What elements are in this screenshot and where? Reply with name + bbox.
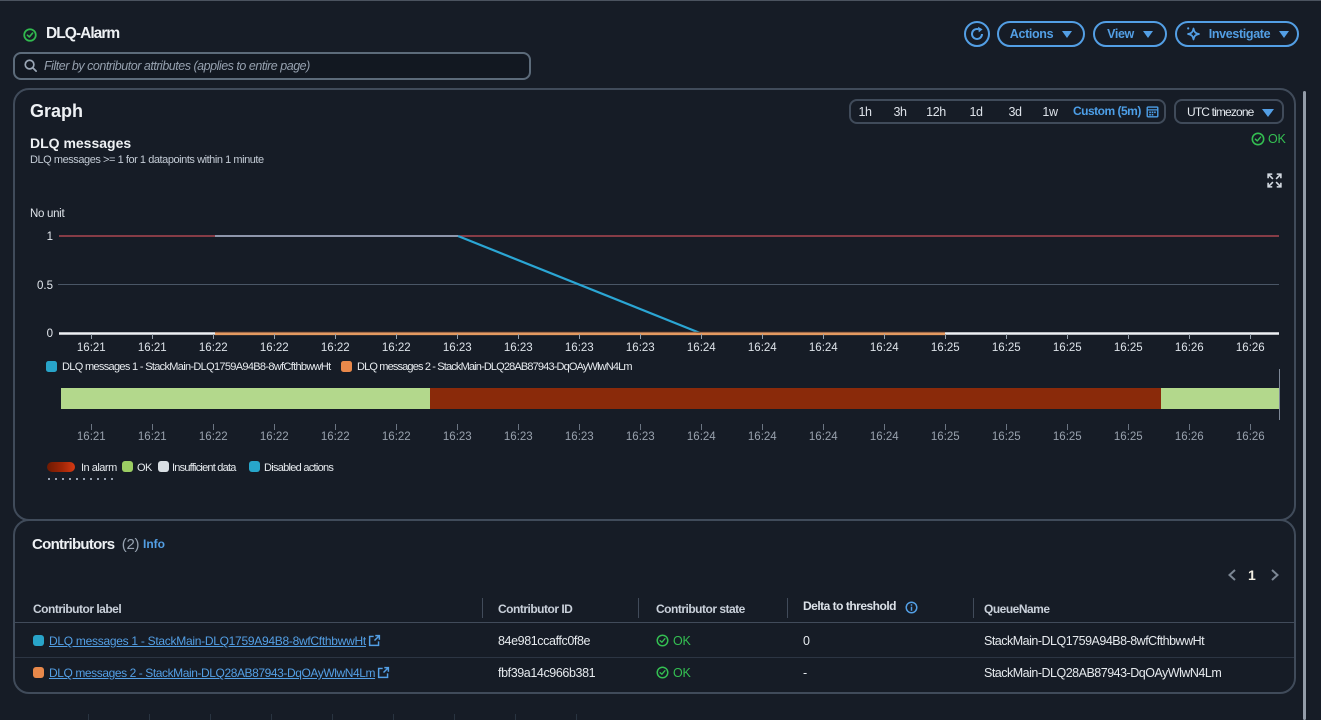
svg-text:1: 1 bbox=[47, 231, 53, 243]
svg-text:0: 0 bbox=[47, 328, 53, 340]
svg-text:0.5: 0.5 bbox=[37, 280, 53, 292]
